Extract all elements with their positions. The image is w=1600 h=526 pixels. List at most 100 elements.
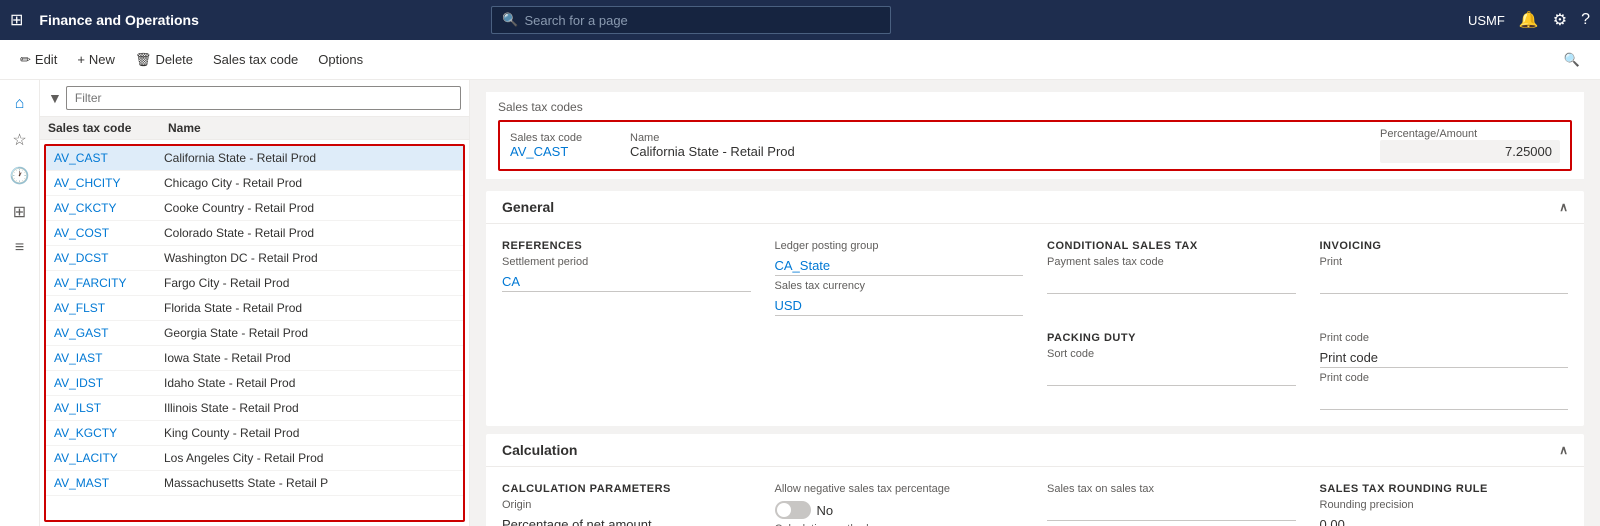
list-row[interactable]: AV_CASTCalifornia State - Retail Prod (46, 146, 463, 171)
list-row-code: AV_LACITY (54, 451, 164, 465)
list-row[interactable]: AV_COSTColorado State - Retail Prod (46, 221, 463, 246)
sales-tax-on-value[interactable] (1047, 501, 1296, 521)
list-row-name: Florida State - Retail Prod (164, 301, 455, 315)
edit-icon: ✏ (20, 52, 31, 68)
payment-value[interactable] (1047, 274, 1296, 294)
list-row-name: King County - Retail Prod (164, 426, 455, 440)
list-row-name: Iowa State - Retail Prod (164, 351, 455, 365)
calculation-section: Calculation ∧ CALCULATION PARAMETERS Ori… (486, 434, 1584, 526)
col-name-header: Name (168, 121, 461, 135)
search-input[interactable] (524, 13, 880, 28)
references-group: REFERENCES Settlement period CA (502, 240, 751, 316)
list-row-code: AV_CHCITY (54, 176, 164, 190)
print-label: Print (1320, 256, 1569, 268)
stc-section-title: Sales tax codes (498, 100, 1572, 114)
negative-toggle[interactable] (775, 501, 811, 519)
print-code-value[interactable]: Print code (1320, 350, 1569, 368)
calculation-section-title: Calculation (502, 442, 577, 458)
list-row-name: Georgia State - Retail Prod (164, 326, 455, 340)
help-icon[interactable]: ? (1581, 11, 1590, 29)
print-code2-label: Print code (1320, 372, 1569, 384)
new-button[interactable]: + New (69, 48, 123, 71)
list-row[interactable]: AV_FLSTFlorida State - Retail Prod (46, 296, 463, 321)
list-row[interactable]: AV_DCSTWashington DC - Retail Prod (46, 246, 463, 271)
sidebar-star-icon[interactable]: ☆ (4, 124, 36, 156)
list-row[interactable]: AV_IASTIowa State - Retail Prod (46, 346, 463, 371)
top-nav: ⊞ Finance and Operations 🔍 USMF 🔔 ⚙ ? (0, 0, 1600, 40)
general-section-title: General (502, 199, 554, 215)
invoicing-label: INVOICING (1320, 240, 1569, 252)
general-section-header[interactable]: General ∧ (486, 191, 1584, 224)
options-button[interactable]: Options (310, 48, 371, 71)
origin-value[interactable]: Percentage of net amount (502, 517, 751, 526)
toggle-switch: No (775, 501, 1024, 519)
list-row-name: Illinois State - Retail Prod (164, 401, 455, 415)
packing-label: PACKING DUTY (1047, 332, 1296, 344)
list-row-name: Washington DC - Retail Prod (164, 251, 455, 265)
stc-col-pct: Percentage/Amount 7.25000 (1380, 128, 1560, 163)
calculation-section-header[interactable]: Calculation ∧ (486, 434, 1584, 467)
print-code2-value[interactable] (1320, 390, 1569, 410)
search-icon: 🔍 (502, 12, 518, 28)
sidebar-list-icon[interactable]: ≡ (4, 232, 36, 264)
grid-icon[interactable]: ⊞ (10, 10, 23, 30)
list-row-code: AV_IDST (54, 376, 164, 390)
toolbar-search-icon: 🔍 (1564, 52, 1580, 68)
rounding-label: SALES TAX ROUNDING RULE (1320, 483, 1569, 495)
list-row-code: AV_IAST (54, 351, 164, 365)
general-section: General ∧ REFERENCES Settlement period C… (486, 191, 1584, 426)
sidebar-workspace-icon[interactable]: ⊞ (4, 196, 36, 228)
list-row[interactable]: AV_FARCITYFargo City - Retail Prod (46, 271, 463, 296)
calculation-section-body: CALCULATION PARAMETERS Origin Percentage… (486, 467, 1584, 526)
app-title: Finance and Operations (39, 12, 198, 28)
edit-button[interactable]: ✏ Edit (12, 48, 65, 72)
currency-value[interactable]: USD (775, 298, 1024, 316)
user-label: USMF (1468, 13, 1505, 28)
list-row-name: Massachusetts State - Retail P (164, 476, 455, 490)
sales-tax-code-button[interactable]: Sales tax code (205, 48, 306, 71)
main-layout: ⌂ ☆ 🕐 ⊞ ≡ ▼ Sales tax code Name AV_CASTC… (0, 80, 1600, 526)
list-row[interactable]: AV_ILSTIllinois State - Retail Prod (46, 396, 463, 421)
ledger-group-value[interactable]: CA_State (775, 258, 1024, 276)
new-icon: + (77, 52, 85, 67)
stc-col-code: Sales tax code AV_CAST (510, 132, 630, 159)
list-row[interactable]: AV_CKCTYCooke Country - Retail Prod (46, 196, 463, 221)
sort-code-value[interactable] (1047, 366, 1296, 386)
list-row[interactable]: AV_MASTMassachusetts State - Retail P (46, 471, 463, 496)
list-row[interactable]: AV_IDSTIdaho State - Retail Prod (46, 371, 463, 396)
list-row-code: AV_CKCTY (54, 201, 164, 215)
toolbar-search-button[interactable]: 🔍 (1556, 48, 1588, 72)
conditional-tax-group: CONDITIONAL SALES TAX Payment sales tax … (1047, 240, 1296, 316)
references-label: REFERENCES (502, 240, 751, 252)
list-row[interactable]: AV_CHCITYChicago City - Retail Prod (46, 171, 463, 196)
col-code-header: Sales tax code (48, 121, 168, 135)
settings-icon[interactable]: ⚙ (1553, 10, 1567, 30)
sales-tax-on-label: Sales tax on sales tax (1047, 483, 1296, 495)
stc-pct-value: 7.25000 (1380, 140, 1560, 163)
print-value[interactable] (1320, 274, 1569, 294)
stc-section-header: Sales tax codes Sales tax code AV_CAST N… (486, 92, 1584, 179)
filter-input[interactable] (66, 86, 461, 110)
notification-icon[interactable]: 🔔 (1519, 10, 1539, 30)
rounding-precision-value[interactable]: 0.00 (1320, 517, 1569, 526)
list-body[interactable]: AV_CASTCalifornia State - Retail ProdAV_… (44, 144, 465, 522)
calculation-chevron-icon: ∧ (1559, 443, 1568, 457)
allow-negative-label: Allow negative sales tax percentage (775, 483, 1024, 495)
delete-button[interactable]: 🗑 Delete (127, 48, 201, 72)
list-row[interactable]: AV_KGCTYKing County - Retail Prod (46, 421, 463, 446)
calc-params-label: CALCULATION PARAMETERS (502, 483, 751, 495)
list-row-code: AV_DCST (54, 251, 164, 265)
list-row-name: Idaho State - Retail Prod (164, 376, 455, 390)
toggle-label: No (817, 503, 834, 518)
sidebar-recent-icon[interactable]: 🕐 (4, 160, 36, 192)
list-row-code: AV_MAST (54, 476, 164, 490)
list-panel: ▼ Sales tax code Name AV_CASTCalifornia … (40, 80, 470, 526)
sales-tax-on-group: Sales tax on sales tax Unit (1047, 483, 1296, 526)
settlement-period-value[interactable]: CA (502, 274, 751, 292)
sidebar-home-icon[interactable]: ⌂ (4, 88, 36, 120)
list-row[interactable]: AV_GASTGeorgia State - Retail Prod (46, 321, 463, 346)
list-row-name: Colorado State - Retail Prod (164, 226, 455, 240)
rounding-precision-label: Rounding precision (1320, 499, 1569, 511)
conditional-label: CONDITIONAL SALES TAX (1047, 240, 1296, 252)
list-row[interactable]: AV_LACITYLos Angeles City - Retail Prod (46, 446, 463, 471)
